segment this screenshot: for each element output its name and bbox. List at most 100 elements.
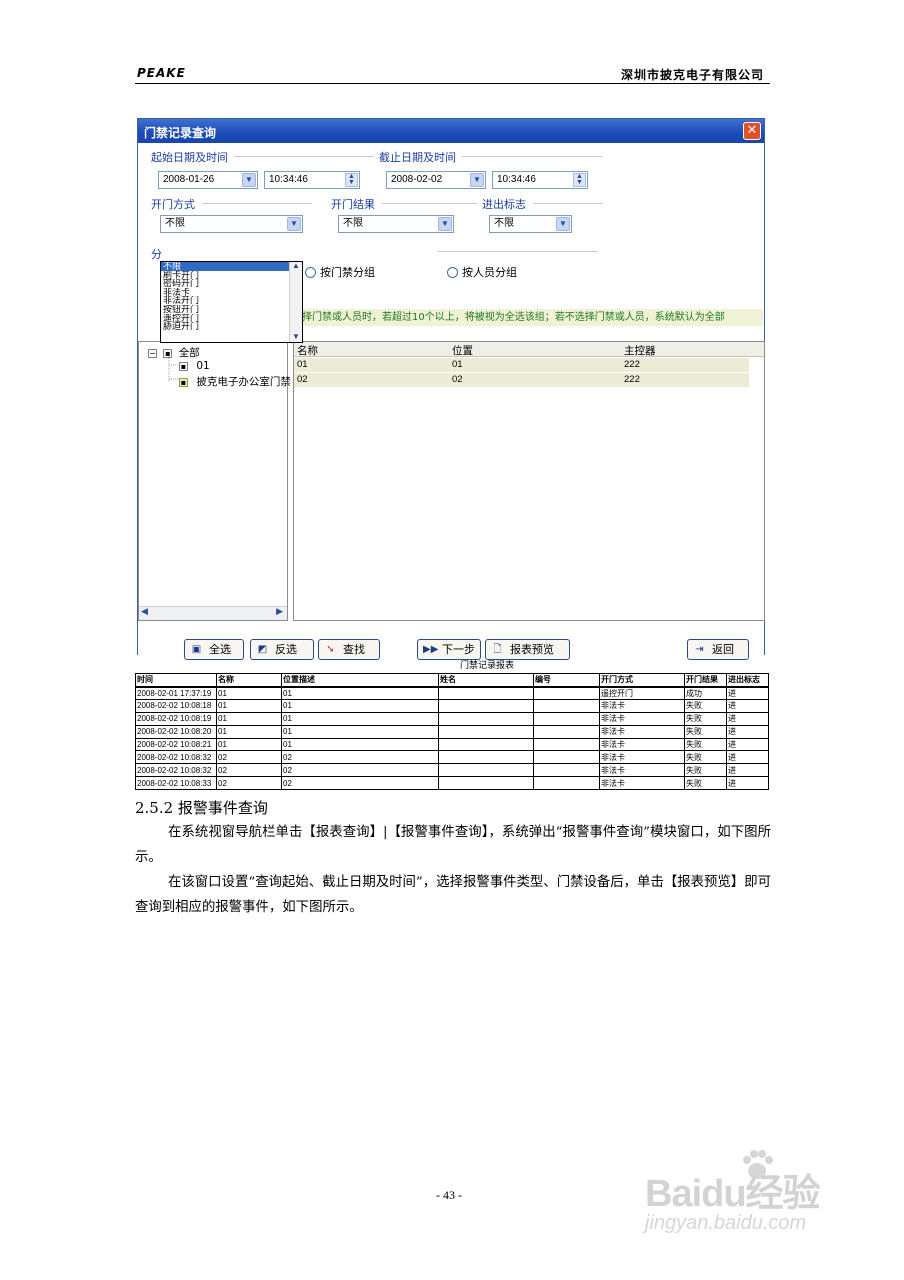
spinner-arrows-icon[interactable]: ▲ ▼ xyxy=(345,173,358,187)
radio-by-person[interactable] xyxy=(447,267,458,278)
report-cell: 01 xyxy=(281,699,439,713)
start-date-picker[interactable]: 2008-01-26 ▼ xyxy=(158,171,258,189)
report-col-person: 姓名 xyxy=(438,673,534,688)
open-mode-select[interactable]: 不限 ▼ xyxy=(160,215,303,233)
scroll-up-icon[interactable]: ▲ xyxy=(292,261,300,271)
report-cell: 2008-02-02 10:08:18 xyxy=(135,699,217,713)
chevron-down-icon[interactable]: ▼ xyxy=(556,217,570,231)
invert-selection-icon: ◩ xyxy=(257,644,268,655)
open-result-value: 不限 xyxy=(343,218,363,229)
open-mode-label: 开门方式 xyxy=(151,198,195,211)
report-cell xyxy=(533,763,600,778)
close-icon[interactable]: ✕ xyxy=(743,122,761,140)
column-header-controller[interactable]: 主控器 xyxy=(624,343,656,358)
open-result-select[interactable]: 不限 ▼ xyxy=(338,215,454,233)
report-cell: 02 xyxy=(281,776,439,791)
report-cell: 01 xyxy=(216,699,282,713)
report-cell: 非法卡 xyxy=(599,750,685,765)
tree-horizontal-scrollbar[interactable]: ◀ ▶ xyxy=(139,606,287,620)
back-label: 返回 xyxy=(712,643,734,656)
document-preview-icon: 🗋 xyxy=(493,644,502,655)
paragraph: 在系统视窗导航栏单击【报表查询】|【报警事件查询】，系统弹出“报警事件查询”模块… xyxy=(135,825,771,865)
list-item[interactable]: 遥控开门 xyxy=(161,314,302,323)
list-item[interactable]: 胁迫开门 xyxy=(161,322,302,331)
chevron-down-icon[interactable]: ▼ xyxy=(242,173,256,187)
report-cell: 非法卡 xyxy=(599,712,685,726)
grouping-label: 分 xyxy=(151,248,162,261)
report-cell: 失败 xyxy=(684,776,727,791)
report-cell xyxy=(438,712,534,726)
invert-selection-button[interactable]: ◩ 反选 xyxy=(250,639,314,660)
scroll-right-icon[interactable]: ▶ xyxy=(276,607,283,617)
report-cell: 进 xyxy=(726,738,769,752)
report-cell xyxy=(438,725,534,739)
report-cell: 成功 xyxy=(684,686,727,700)
end-time-spinner[interactable]: 10:34:46 ▲ ▼ xyxy=(492,171,588,189)
report-cell: 失败 xyxy=(684,738,727,752)
tree-connector-lines xyxy=(168,356,179,382)
chevron-down-icon[interactable]: ▼ xyxy=(470,173,484,187)
start-time-spinner[interactable]: 10:34:46 ▲ ▼ xyxy=(264,171,360,189)
column-header-name[interactable]: 名称 xyxy=(297,343,318,358)
list-item[interactable]: 刷卡开门 xyxy=(161,271,302,280)
start-time-value: 10:34:46 xyxy=(269,174,308,185)
chevron-down-icon[interactable]: ▼ xyxy=(287,217,301,231)
report-cell: 01 xyxy=(281,738,439,752)
next-step-button[interactable]: ▶▶ 下一步 xyxy=(417,639,481,660)
table-row: 2008-02-02 10:08:21 01 01 非法卡 失败进 xyxy=(135,738,769,752)
scroll-down-icon[interactable]: ▼ xyxy=(292,333,300,342)
report-cell: 失败 xyxy=(684,750,727,765)
access-record-report: 时间 名称 位置描述 姓名 编号 开门方式 开门结果 进出标志 2008-02-… xyxy=(135,673,769,791)
inout-value: 不限 xyxy=(494,218,514,229)
report-cell: 01 xyxy=(281,725,439,739)
chevron-down-icon[interactable]: ▼ xyxy=(438,217,452,231)
column-header-location[interactable]: 位置 xyxy=(452,343,473,358)
open-mode-dropdown-list[interactable]: 不限 刷卡开门 密码开门 非法卡 非法开门 按钮开门 遥控开门 胁迫开门 ▲ ▼ xyxy=(160,261,303,343)
report-preview-button[interactable]: 🗋 报表预览 xyxy=(485,639,570,660)
table-row: 2008-02-02 10:08:33 02 02 非法卡 失败进 xyxy=(135,776,769,791)
report-cell: 遥控开门 xyxy=(599,686,685,700)
report-cell xyxy=(533,776,600,791)
scroll-left-icon[interactable]: ◀ xyxy=(141,607,148,617)
report-cell: 进 xyxy=(726,763,769,778)
list-item[interactable]: 非法卡 xyxy=(161,288,302,297)
window-body: 起始日期及时间 2008-01-26 ▼ 10:34:46 ▲ ▼ 截止日期及时间… xyxy=(138,143,765,660)
report-cell: 2008-02-01 17:37:19 xyxy=(135,686,217,700)
door-list: 名称 位置 主控器 01 01 222 02 02 222 xyxy=(293,341,765,621)
table-row[interactable]: 02 02 222 xyxy=(294,373,749,387)
report-header-row: 时间 名称 位置描述 姓名 编号 开门方式 开门结果 进出标志 xyxy=(135,673,769,688)
inout-select[interactable]: 不限 ▼ xyxy=(489,215,572,233)
spinner-arrows-icon[interactable]: ▲ ▼ xyxy=(573,173,586,187)
list-item[interactable]: 不限 xyxy=(161,262,302,271)
find-icon: ➘ xyxy=(326,644,335,655)
list-item[interactable]: 按钮开门 xyxy=(161,305,302,314)
list-item[interactable]: 非法开门 xyxy=(161,296,302,305)
report-col-inout: 进出标志 xyxy=(726,673,769,688)
select-all-button[interactable]: ▣ 全选 xyxy=(184,639,244,660)
list-item[interactable]: 密码开门 xyxy=(161,279,302,288)
back-button[interactable]: ⇥ 返回 xyxy=(687,639,749,660)
report-cell: 2008-02-02 10:08:19 xyxy=(135,712,217,726)
table-row[interactable]: 01 01 222 xyxy=(294,358,749,372)
window-titlebar: 门禁记录查询 ✕ xyxy=(138,119,764,143)
cell-name: 01 xyxy=(297,359,308,370)
report-col-open-mode: 开门方式 xyxy=(599,673,685,688)
cell-controller: 222 xyxy=(624,374,640,385)
report-cell xyxy=(438,699,534,713)
find-button[interactable]: ➘ 查找 xyxy=(318,639,380,660)
dropdown-scrollbar[interactable]: ▲ ▼ xyxy=(289,261,302,342)
next-step-label: 下一步 xyxy=(442,643,475,656)
cell-controller: 222 xyxy=(624,359,640,370)
report-cell: 进 xyxy=(726,776,769,791)
report-col-open-result: 开门结果 xyxy=(684,673,727,688)
cell-location: 02 xyxy=(452,374,463,385)
radio-by-door[interactable] xyxy=(305,267,316,278)
report-cell xyxy=(438,750,534,765)
report-cell: 02 xyxy=(281,763,439,778)
selection-hint: 择门禁或人员时，若超过10个以上，将被视为全选该组；若不选择门禁或人员，系统默认… xyxy=(300,309,763,326)
end-date-picker[interactable]: 2008-02-02 ▼ xyxy=(386,171,486,189)
report-cell: 02 xyxy=(281,750,439,765)
watermark-logo: Baidu经验 xyxy=(645,1173,821,1215)
report-cell: 01 xyxy=(216,738,282,752)
report-cell: 01 xyxy=(281,712,439,726)
